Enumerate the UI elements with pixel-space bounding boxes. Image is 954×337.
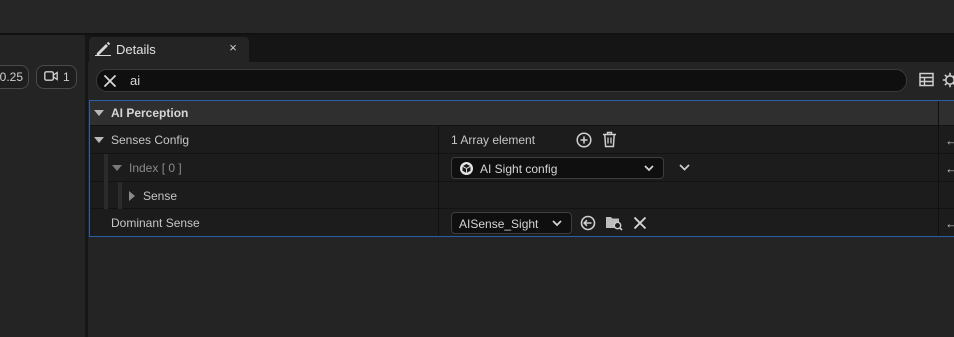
- tab-title: Details: [116, 42, 156, 57]
- tab-details[interactable]: Details ×: [89, 37, 249, 62]
- search-box: [96, 69, 907, 92]
- top-toolbar-strip: [0, 0, 954, 33]
- camera-speed-value: 1: [63, 70, 70, 84]
- selection-highlight: [89, 100, 954, 237]
- search-input[interactable]: [130, 72, 830, 89]
- video-camera-icon: [44, 70, 58, 84]
- zoom-level-value: 0.25: [0, 70, 23, 84]
- camera-speed-button[interactable]: 1: [36, 65, 77, 89]
- tab-close-icon[interactable]: ×: [225, 40, 241, 56]
- zoom-level-button[interactable]: 0.25: [0, 65, 29, 89]
- table-view-icon[interactable]: [919, 72, 934, 90]
- settings-gear-icon[interactable]: [942, 72, 954, 91]
- close-icon[interactable]: [103, 74, 117, 91]
- pencil-icon: [95, 41, 111, 59]
